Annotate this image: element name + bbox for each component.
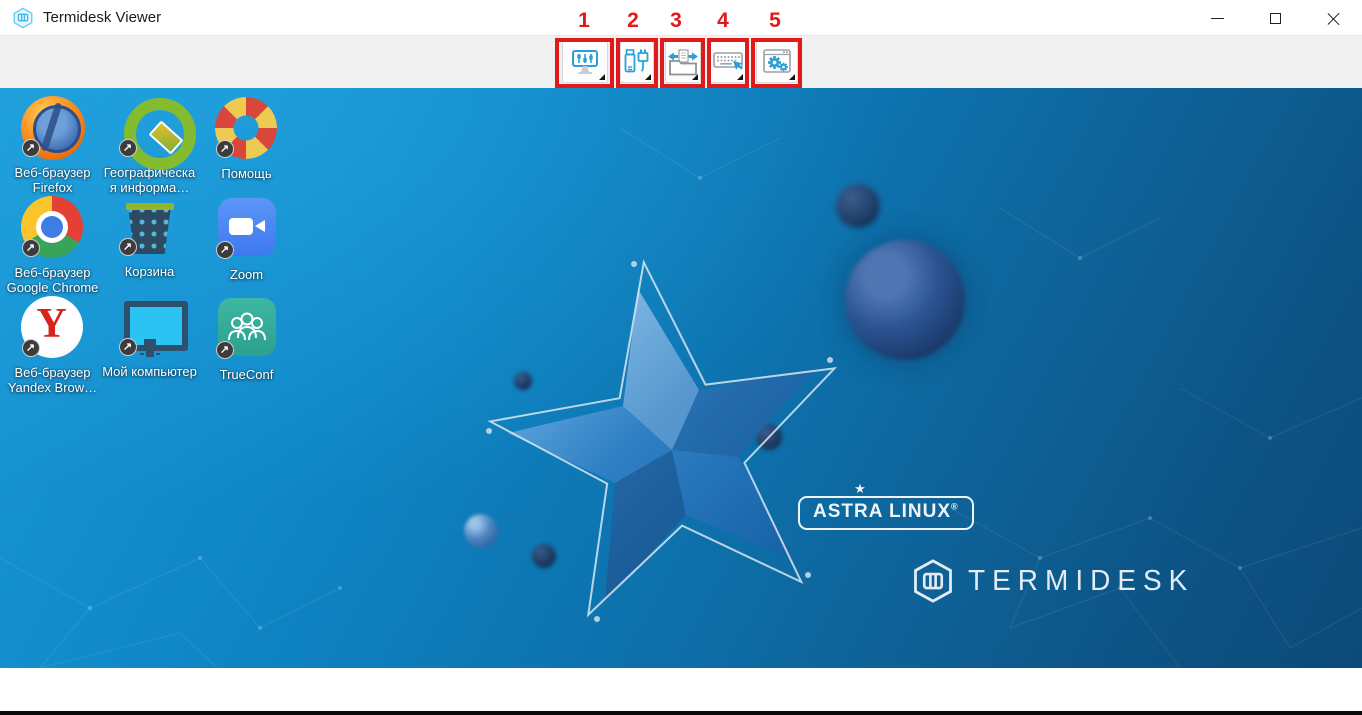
screen-edge (0, 711, 1362, 715)
desktop-icon-label: Zoom (198, 267, 295, 282)
window-title: Termidesk Viewer (43, 9, 161, 26)
desktop-icon-zoom[interactable]: Zoom (198, 195, 295, 282)
shortcut-arrow-icon (216, 341, 234, 359)
desktop-icon-trueconf[interactable]: TrueConf (198, 295, 295, 382)
close-button[interactable] (1304, 0, 1362, 36)
maximize-icon (1270, 13, 1281, 24)
shortcut-arrow-icon (119, 139, 137, 157)
shortcut-arrow-icon (22, 239, 40, 257)
display-settings-button[interactable] (562, 41, 608, 83)
dropdown-triangle-icon (789, 68, 795, 80)
shortcut-arrow-icon (216, 140, 234, 158)
registered-mark: ® (951, 502, 959, 512)
termidesk-wordmark: TERMIDESK (968, 565, 1194, 598)
session-settings-button[interactable] (756, 41, 798, 83)
shortcut-arrow-icon (216, 241, 234, 259)
dropdown-triangle-icon (692, 68, 698, 80)
desktop-icon-qgis[interactable]: Географическая информа… (101, 96, 198, 196)
minimize-button[interactable] (1188, 0, 1246, 36)
minimize-icon (1211, 18, 1224, 19)
file-transfer-button[interactable] (665, 41, 701, 83)
desktop-icon-label: Помощь (198, 166, 295, 181)
shortcut-arrow-icon (119, 238, 137, 256)
desktop-icon-label: Веб-браузер Firefox (4, 165, 101, 196)
desktop-icon-firefox[interactable]: Веб-браузер Firefox (4, 96, 101, 196)
desktop-icon-chrome[interactable]: Веб-браузер Google Chrome (4, 195, 101, 296)
display-settings-icon (570, 47, 600, 77)
maximize-button[interactable] (1246, 0, 1304, 36)
dropdown-triangle-icon (599, 68, 605, 80)
window-controls (1188, 0, 1362, 36)
termidesk-viewer-window: Termidesk Viewer (0, 0, 1362, 715)
desktop-icon-label: Географическая информа… (101, 165, 198, 196)
desktop-icon-label: Веб-браузер Yandex Brow… (4, 365, 101, 396)
desktop-icon-yandex[interactable]: Веб-браузер Yandex Brow… (4, 295, 101, 396)
viewer-toolbar (0, 36, 1362, 88)
dropdown-triangle-icon (645, 68, 651, 80)
desktop-icon-my-computer[interactable]: Мой компьютер (101, 295, 198, 379)
termidesk-wallpaper-logo: TERMIDESK (912, 558, 1194, 604)
desktop-icon-label: Мой компьютер (101, 364, 198, 379)
desktop-icon-help[interactable]: Помощь (198, 96, 295, 181)
titlebar: Termidesk Viewer (0, 0, 1362, 36)
shortcut-arrow-icon (22, 339, 40, 357)
shortcut-arrow-icon (119, 338, 137, 356)
shortcut-arrow-icon (22, 139, 40, 157)
termidesk-hexagon-icon (912, 558, 954, 604)
desktop-icon-label: TrueConf (198, 367, 295, 382)
desktop-icon-trash[interactable]: Корзина (101, 195, 198, 279)
keyboard-input-button[interactable] (710, 41, 746, 83)
astra-linux-badge: ASTRA LINUX® (798, 496, 974, 530)
dropdown-triangle-icon (737, 68, 743, 80)
termidesk-logo-icon (12, 7, 34, 29)
astra-badge-star-icon (846, 481, 874, 497)
close-icon (1327, 12, 1340, 25)
usb-devices-button[interactable] (620, 41, 654, 83)
desktop-icon-label: Веб-браузер Google Chrome (4, 265, 101, 296)
desktop-icon-label: Корзина (101, 264, 198, 279)
remote-desktop[interactable]: Веб-браузер Firefox Географическая инфор… (0, 88, 1362, 668)
